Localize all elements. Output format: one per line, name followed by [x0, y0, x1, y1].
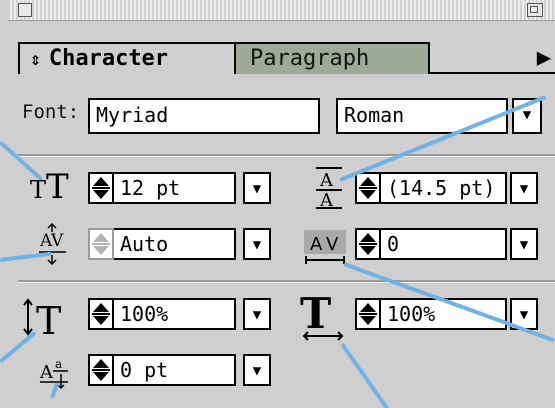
- svg-text:A: A: [39, 362, 54, 383]
- chevron-down-icon: ▼: [519, 237, 529, 253]
- baseline-shift-stepper[interactable]: [88, 354, 114, 386]
- font-style-field[interactable]: Roman: [336, 98, 508, 134]
- menu-arrow-icon: ▶: [536, 43, 552, 71]
- leading-dropdown[interactable]: ▼: [510, 172, 538, 204]
- baseline-shift-field[interactable]: 0 pt: [114, 354, 236, 386]
- tracking-stepper[interactable]: [355, 228, 381, 260]
- chevron-down-icon: ▼: [252, 237, 262, 253]
- tab-expand-icon: ⇕: [30, 49, 41, 70]
- horizontal-scale-icon: T: [300, 292, 344, 341]
- svg-text:A: A: [319, 170, 334, 191]
- leading-icon: A A: [316, 167, 342, 210]
- svg-text:A: A: [310, 234, 323, 255]
- tracking-field[interactable]: 0: [381, 228, 507, 260]
- chevron-down-icon: ▼: [252, 181, 262, 197]
- tab-paragraph-label: Paragraph: [250, 46, 370, 71]
- separator: [18, 280, 555, 283]
- tracking-dropdown[interactable]: ▼: [510, 228, 538, 260]
- horizontal-scale-stepper[interactable]: [355, 298, 381, 330]
- leading-field[interactable]: (14.5 pt): [381, 172, 507, 204]
- palette-menu-button[interactable]: ▶: [533, 42, 555, 74]
- tab-character[interactable]: ⇕ Character: [18, 42, 236, 74]
- font-label: Font:: [22, 101, 80, 123]
- kerning-field[interactable]: Auto: [114, 228, 236, 260]
- leading-stepper[interactable]: [355, 172, 381, 204]
- font-size-dropdown[interactable]: ▼: [243, 172, 271, 204]
- svg-text:T: T: [36, 299, 61, 340]
- kerning-stepper[interactable]: [88, 228, 114, 260]
- close-box[interactable]: [18, 3, 32, 17]
- chevron-down-icon: ▼: [252, 307, 262, 323]
- svg-text:a: a: [55, 357, 62, 371]
- svg-text:T: T: [300, 292, 331, 338]
- font-family-field[interactable]: Myriad: [88, 98, 320, 134]
- vertical-scale-field[interactable]: 100%: [114, 298, 236, 330]
- kerning-dropdown[interactable]: ▼: [243, 228, 271, 260]
- chevron-down-icon: ▼: [519, 307, 529, 323]
- separator: [18, 154, 555, 157]
- svg-text:V: V: [326, 234, 339, 255]
- vertical-scale-stepper[interactable]: [88, 298, 114, 330]
- zoom-box[interactable]: [527, 3, 543, 17]
- vertical-scale-dropdown[interactable]: ▼: [243, 298, 271, 330]
- chevron-down-icon: ▼: [522, 107, 532, 123]
- palette-title-bar[interactable]: [8, 0, 555, 21]
- callout-line-size: [0, 140, 43, 181]
- kerning-icon: A V: [39, 222, 66, 266]
- tab-paragraph[interactable]: Paragraph: [230, 42, 430, 74]
- tab-character-label: Character: [48, 46, 169, 71]
- tab-bar: Paragraph ⇕ Character ▶: [18, 22, 555, 74]
- callout-line-vertical-scale: [0, 330, 37, 364]
- chevron-down-icon: ▼: [519, 181, 529, 197]
- baseline-shift-dropdown[interactable]: ▼: [243, 354, 271, 386]
- font-size-field[interactable]: 12 pt: [114, 172, 236, 204]
- character-panel: Paragraph ⇕ Character ▶ Font: Myriad Roma…: [0, 0, 555, 408]
- tracking-icon: A V: [304, 230, 346, 264]
- callout-line-horizontal-scale: [340, 342, 396, 408]
- chevron-down-icon: ▼: [252, 363, 262, 379]
- svg-text:V: V: [50, 231, 64, 251]
- font-size-stepper[interactable]: [88, 172, 114, 204]
